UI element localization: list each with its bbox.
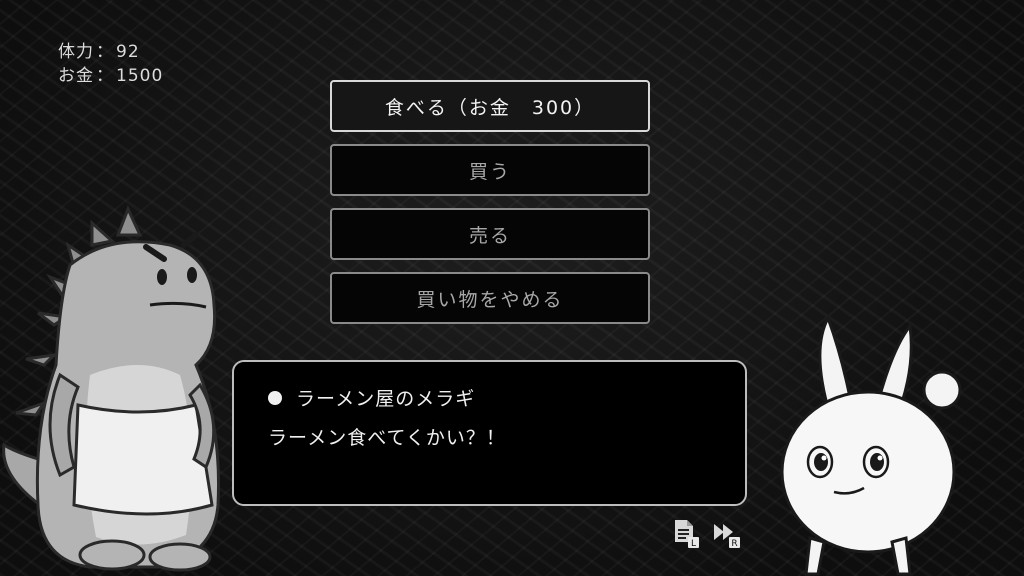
game-screen: 体力 ： 92 お金 ： 1500 食べる（お金 300） 買う 売る 買い物を… <box>0 0 1024 576</box>
stamina-label: 体力 <box>58 42 94 62</box>
white-bunny-creature-character <box>780 314 962 576</box>
speaker-name: ラーメン屋のメラギ <box>296 388 476 410</box>
speaker-name-row: ラーメン屋のメラギ <box>268 384 711 411</box>
money-label: お金 <box>58 66 94 86</box>
dinosaur-shopkeeper-character <box>2 205 221 572</box>
money-separator: ： <box>96 66 114 86</box>
eat-button[interactable]: 食べる（お金 300） <box>330 80 650 132</box>
log-icon: L <box>675 520 699 548</box>
stamina-value: 92 <box>116 42 140 62</box>
choice-menu: 食べる（お金 300） 買う 売る 買い物をやめる <box>330 80 650 336</box>
stamina-separator: ： <box>96 42 114 62</box>
log-key-label: L <box>691 539 696 548</box>
speaker-bullet-icon <box>268 390 282 405</box>
log-control[interactable]: L <box>672 518 702 548</box>
dialog-message: ラーメン食べてくかい？！ <box>268 427 506 449</box>
sell-button[interactable]: 売る <box>330 208 650 260</box>
money-value: 1500 <box>116 66 164 86</box>
dialog-box[interactable]: ラーメン屋のメラギ ラーメン食べてくかい？！ <box>232 360 747 506</box>
buy-button[interactable]: 買う <box>330 144 650 196</box>
player-stats: 体力 ： 92 お金 ： 1500 <box>58 40 163 88</box>
fast-forward-icon: R <box>714 524 740 548</box>
quit-shopping-button[interactable]: 買い物をやめる <box>330 272 650 324</box>
fast-forward-control[interactable]: R <box>712 518 744 548</box>
stamina-row: 体力 ： 92 <box>58 40 163 64</box>
money-row: お金 ： 1500 <box>58 64 163 88</box>
fast-forward-key-label: R <box>731 539 737 548</box>
